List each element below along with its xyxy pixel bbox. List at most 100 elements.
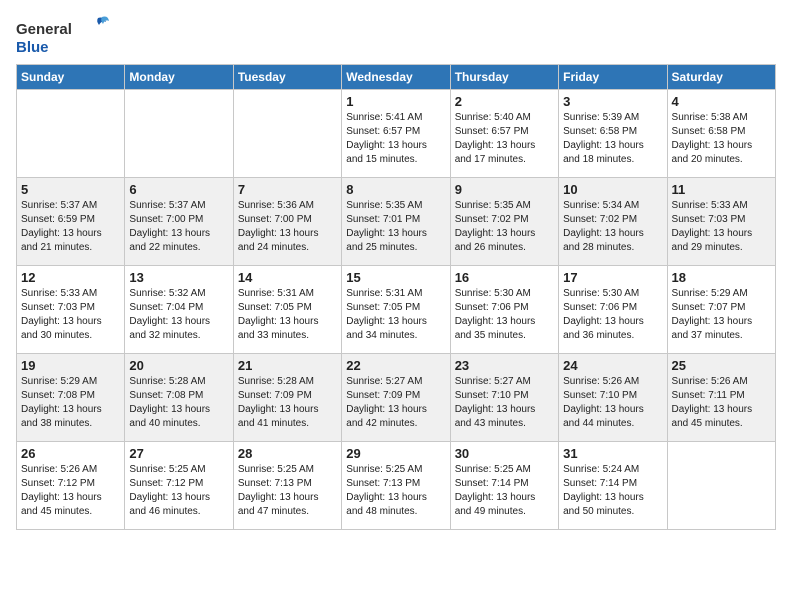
- calendar-day-cell: 3 Sunrise: 5:39 AM Sunset: 6:58 PM Daylig…: [559, 90, 667, 178]
- day-info: Sunrise: 5:36 AM Sunset: 7:00 PM Dayligh…: [238, 199, 337, 255]
- calendar-week-row: 26 Sunrise: 5:26 AM Sunset: 7:12 PM Dayli…: [17, 442, 776, 530]
- day-number: 21: [238, 358, 337, 373]
- day-number: 6: [129, 182, 228, 197]
- calendar-day-cell: 8 Sunrise: 5:35 AM Sunset: 7:01 PM Daylig…: [342, 178, 450, 266]
- calendar-day-cell: 9 Sunrise: 5:35 AM Sunset: 7:02 PM Daylig…: [450, 178, 558, 266]
- weekday-header-cell: Sunday: [17, 65, 125, 90]
- day-info: Sunrise: 5:31 AM Sunset: 7:05 PM Dayligh…: [238, 287, 337, 343]
- weekday-header-cell: Tuesday: [233, 65, 341, 90]
- day-info: Sunrise: 5:30 AM Sunset: 7:06 PM Dayligh…: [455, 287, 554, 343]
- svg-text:General: General: [16, 21, 72, 38]
- day-number: 7: [238, 182, 337, 197]
- day-info: Sunrise: 5:35 AM Sunset: 7:01 PM Dayligh…: [346, 199, 445, 255]
- day-number: 2: [455, 94, 554, 109]
- calendar-week-row: 1Sunrise: 5:41 AM Sunset: 6:57 PM Daylig…: [17, 90, 776, 178]
- day-info: Sunrise: 5:40 AM Sunset: 6:57 PM Dayligh…: [455, 111, 554, 167]
- calendar-day-cell: 23 Sunrise: 5:27 AM Sunset: 7:10 PM Dayli…: [450, 354, 558, 442]
- calendar-day-cell: 17Sunrise: 5:30 AM Sunset: 7:06 PM Dayli…: [559, 266, 667, 354]
- calendar-table: SundayMondayTuesdayWednesdayThursdayFrid…: [16, 64, 776, 530]
- weekday-header-cell: Saturday: [667, 65, 775, 90]
- day-info: Sunrise: 5:26 AM Sunset: 7:11 PM Dayligh…: [672, 375, 771, 431]
- day-info: Sunrise: 5:28 AM Sunset: 7:08 PM Dayligh…: [129, 375, 228, 431]
- calendar-day-cell: 7 Sunrise: 5:36 AM Sunset: 7:00 PM Daylig…: [233, 178, 341, 266]
- calendar-day-cell: 12 Sunrise: 5:33 AM Sunset: 7:03 PM Dayli…: [17, 266, 125, 354]
- day-info: Sunrise: 5:25 AM Sunset: 7:12 PM Dayligh…: [129, 463, 228, 519]
- day-number: 31: [563, 446, 662, 461]
- weekday-header-cell: Monday: [125, 65, 233, 90]
- calendar-week-row: 12 Sunrise: 5:33 AM Sunset: 7:03 PM Dayli…: [17, 266, 776, 354]
- calendar-day-cell: 14 Sunrise: 5:31 AM Sunset: 7:05 PM Dayli…: [233, 266, 341, 354]
- weekday-header-row: SundayMondayTuesdayWednesdayThursdayFrid…: [17, 65, 776, 90]
- calendar-day-cell: 28Sunrise: 5:25 AM Sunset: 7:13 PM Dayli…: [233, 442, 341, 530]
- calendar-day-cell: 15 Sunrise: 5:31 AM Sunset: 7:05 PM Dayli…: [342, 266, 450, 354]
- calendar-day-cell: 20 Sunrise: 5:28 AM Sunset: 7:08 PM Dayli…: [125, 354, 233, 442]
- calendar-body: 1Sunrise: 5:41 AM Sunset: 6:57 PM Daylig…: [17, 90, 776, 530]
- calendar-day-cell: 13Sunrise: 5:32 AM Sunset: 7:04 PM Dayli…: [125, 266, 233, 354]
- day-number: 26: [21, 446, 120, 461]
- svg-text:Blue: Blue: [16, 39, 49, 56]
- day-number: 11: [672, 182, 771, 197]
- day-number: 8: [346, 182, 445, 197]
- day-info: Sunrise: 5:26 AM Sunset: 7:12 PM Dayligh…: [21, 463, 120, 519]
- calendar-day-cell: 27 Sunrise: 5:25 AM Sunset: 7:12 PM Dayli…: [125, 442, 233, 530]
- day-number: 3: [563, 94, 662, 109]
- day-number: 22: [346, 358, 445, 373]
- calendar-day-cell: 11 Sunrise: 5:33 AM Sunset: 7:03 PM Dayli…: [667, 178, 775, 266]
- day-info: Sunrise: 5:35 AM Sunset: 7:02 PM Dayligh…: [455, 199, 554, 255]
- calendar-day-cell: 30Sunrise: 5:25 AM Sunset: 7:14 PM Dayli…: [450, 442, 558, 530]
- day-number: 18: [672, 270, 771, 285]
- day-info: Sunrise: 5:41 AM Sunset: 6:57 PM Dayligh…: [346, 111, 445, 167]
- calendar-week-row: 19 Sunrise: 5:29 AM Sunset: 7:08 PM Dayli…: [17, 354, 776, 442]
- day-info: Sunrise: 5:28 AM Sunset: 7:09 PM Dayligh…: [238, 375, 337, 431]
- day-number: 15: [346, 270, 445, 285]
- calendar-day-cell: 31 Sunrise: 5:24 AM Sunset: 7:14 PM Dayli…: [559, 442, 667, 530]
- day-number: 14: [238, 270, 337, 285]
- calendar-day-cell: 22 Sunrise: 5:27 AM Sunset: 7:09 PM Dayli…: [342, 354, 450, 442]
- day-info: Sunrise: 5:29 AM Sunset: 7:07 PM Dayligh…: [672, 287, 771, 343]
- day-info: Sunrise: 5:25 AM Sunset: 7:14 PM Dayligh…: [455, 463, 554, 519]
- calendar-day-cell: 1Sunrise: 5:41 AM Sunset: 6:57 PM Daylig…: [342, 90, 450, 178]
- calendar-day-cell: 5 Sunrise: 5:37 AM Sunset: 6:59 PM Daylig…: [17, 178, 125, 266]
- day-number: 29: [346, 446, 445, 461]
- day-info: Sunrise: 5:29 AM Sunset: 7:08 PM Dayligh…: [21, 375, 120, 431]
- day-info: Sunrise: 5:27 AM Sunset: 7:10 PM Dayligh…: [455, 375, 554, 431]
- calendar-day-cell: 2 Sunrise: 5:40 AM Sunset: 6:57 PM Daylig…: [450, 90, 558, 178]
- weekday-header-cell: Friday: [559, 65, 667, 90]
- logo-full-svg: General Blue: [16, 16, 126, 56]
- day-info: Sunrise: 5:25 AM Sunset: 7:13 PM Dayligh…: [238, 463, 337, 519]
- calendar-day-cell: [667, 442, 775, 530]
- day-info: Sunrise: 5:33 AM Sunset: 7:03 PM Dayligh…: [21, 287, 120, 343]
- calendar-day-cell: [17, 90, 125, 178]
- day-info: Sunrise: 5:26 AM Sunset: 7:10 PM Dayligh…: [563, 375, 662, 431]
- calendar-day-cell: 10Sunrise: 5:34 AM Sunset: 7:02 PM Dayli…: [559, 178, 667, 266]
- day-info: Sunrise: 5:34 AM Sunset: 7:02 PM Dayligh…: [563, 199, 662, 255]
- day-info: Sunrise: 5:37 AM Sunset: 7:00 PM Dayligh…: [129, 199, 228, 255]
- day-info: Sunrise: 5:25 AM Sunset: 7:13 PM Dayligh…: [346, 463, 445, 519]
- calendar-week-row: 5 Sunrise: 5:37 AM Sunset: 6:59 PM Daylig…: [17, 178, 776, 266]
- day-number: 25: [672, 358, 771, 373]
- day-info: Sunrise: 5:33 AM Sunset: 7:03 PM Dayligh…: [672, 199, 771, 255]
- day-number: 19: [21, 358, 120, 373]
- day-number: 16: [455, 270, 554, 285]
- day-info: Sunrise: 5:27 AM Sunset: 7:09 PM Dayligh…: [346, 375, 445, 431]
- calendar-day-cell: 4Sunrise: 5:38 AM Sunset: 6:58 PM Daylig…: [667, 90, 775, 178]
- calendar-day-cell: 19 Sunrise: 5:29 AM Sunset: 7:08 PM Dayli…: [17, 354, 125, 442]
- day-number: 5: [21, 182, 120, 197]
- page-header: General Blue: [16, 16, 776, 56]
- day-number: 23: [455, 358, 554, 373]
- day-info: Sunrise: 5:38 AM Sunset: 6:58 PM Dayligh…: [672, 111, 771, 167]
- day-info: Sunrise: 5:31 AM Sunset: 7:05 PM Dayligh…: [346, 287, 445, 343]
- day-number: 13: [129, 270, 228, 285]
- calendar-day-cell: 18 Sunrise: 5:29 AM Sunset: 7:07 PM Dayli…: [667, 266, 775, 354]
- weekday-header-cell: Thursday: [450, 65, 558, 90]
- calendar-day-cell: 25 Sunrise: 5:26 AM Sunset: 7:11 PM Dayli…: [667, 354, 775, 442]
- day-number: 9: [455, 182, 554, 197]
- calendar-day-cell: [233, 90, 341, 178]
- day-number: 20: [129, 358, 228, 373]
- day-info: Sunrise: 5:37 AM Sunset: 6:59 PM Dayligh…: [21, 199, 120, 255]
- day-number: 12: [21, 270, 120, 285]
- calendar-day-cell: 29 Sunrise: 5:25 AM Sunset: 7:13 PM Dayli…: [342, 442, 450, 530]
- day-number: 27: [129, 446, 228, 461]
- day-info: Sunrise: 5:39 AM Sunset: 6:58 PM Dayligh…: [563, 111, 662, 167]
- day-info: Sunrise: 5:24 AM Sunset: 7:14 PM Dayligh…: [563, 463, 662, 519]
